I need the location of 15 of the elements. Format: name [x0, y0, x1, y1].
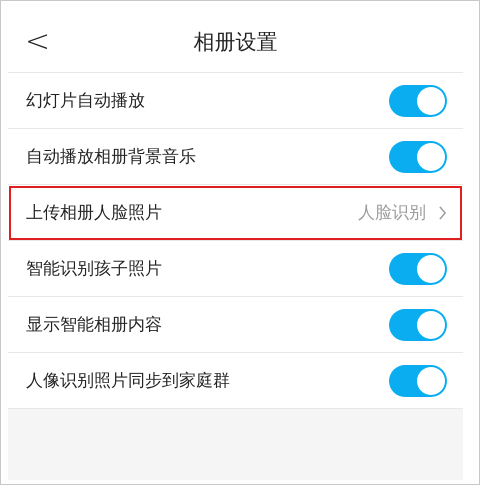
- setting-label: 上传相册人脸照片: [26, 202, 163, 224]
- toggle-switch[interactable]: [389, 308, 447, 340]
- toggle-switch[interactable]: [389, 252, 447, 284]
- setting-label: 幻灯片自动播放: [26, 90, 146, 112]
- setting-label: 人像识别照片同步到家庭群: [26, 370, 231, 392]
- page-title: 相册设置: [194, 28, 278, 56]
- setting-label: 自动播放相册背景音乐: [26, 146, 197, 168]
- setting-value: 人脸识别: [358, 202, 426, 224]
- back-button[interactable]: <: [8, 24, 50, 59]
- setting-label: 显示智能相册内容: [26, 314, 163, 336]
- toggle-switch[interactable]: [389, 84, 447, 116]
- setting-label: 智能识别孩子照片: [26, 258, 163, 280]
- chevron-icon: [438, 206, 447, 220]
- toggle-switch[interactable]: [389, 364, 447, 396]
- toggle-switch[interactable]: [389, 140, 447, 172]
